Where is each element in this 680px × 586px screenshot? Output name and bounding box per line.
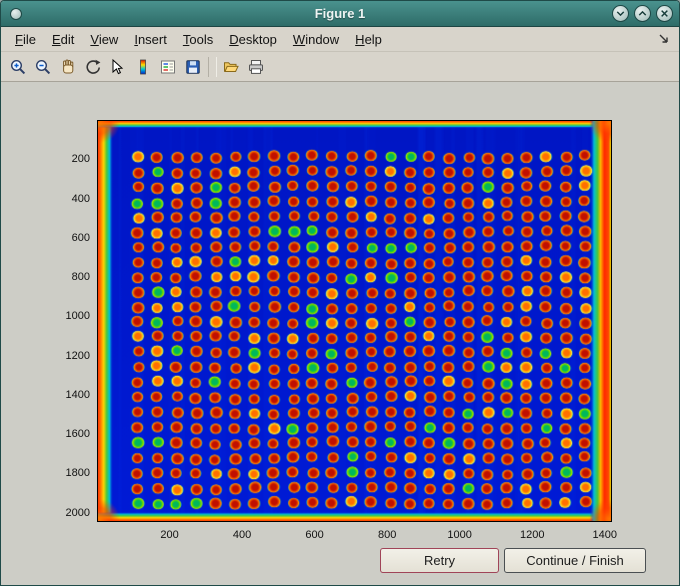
y-tick-label: 1200 xyxy=(65,349,90,362)
pan-hand-icon xyxy=(63,59,74,73)
print-figure-button[interactable] xyxy=(244,55,268,79)
save-figure-button[interactable] xyxy=(181,55,205,79)
dock-figure-icon[interactable] xyxy=(657,32,671,46)
y-tick-label: 1800 xyxy=(65,467,90,480)
data-cursor-button[interactable] xyxy=(106,55,130,79)
menu-insert[interactable]: Insert xyxy=(126,29,175,50)
rotate-3d-button[interactable] xyxy=(81,55,105,79)
open-file-button[interactable] xyxy=(219,55,243,79)
y-tick-label: 800 xyxy=(71,271,90,284)
menu-help[interactable]: Help xyxy=(347,29,390,50)
x-tick-label: 400 xyxy=(232,529,252,541)
close-button[interactable] xyxy=(656,5,673,22)
open-folder-icon xyxy=(224,61,239,72)
menu-window[interactable]: Window xyxy=(285,29,347,50)
maximize-button[interactable] xyxy=(634,5,651,22)
rotate-3d-icon xyxy=(86,59,101,74)
y-tick-label: 1600 xyxy=(65,428,90,441)
y-tick-label: 1000 xyxy=(65,310,90,323)
insert-colorbar-button[interactable] xyxy=(131,55,155,79)
y-tick-label: 1400 xyxy=(65,388,90,401)
chevron-up-icon xyxy=(638,10,647,16)
axes: 200 400 600 800 1000 1200 1400 1600 1800 2000 200… xyxy=(66,120,617,541)
x-tick-label: 600 xyxy=(305,529,324,541)
chevron-down-icon xyxy=(616,11,625,17)
y-tick-label: 2000 xyxy=(65,506,90,519)
figure-canvas-area: 200 400 600 800 1000 1200 1400 1600 1800 2000 200… xyxy=(1,82,679,585)
insert-legend-button[interactable] xyxy=(156,55,180,79)
save-icon xyxy=(186,59,200,74)
x-tick-label: 200 xyxy=(160,529,179,541)
x-tick-label: 1400 xyxy=(592,529,617,541)
zoom-in-button[interactable] xyxy=(6,55,30,79)
pan-button[interactable] xyxy=(56,55,80,79)
menu-view[interactable]: View xyxy=(82,29,126,50)
close-icon xyxy=(661,10,668,17)
microarray-image xyxy=(97,120,612,522)
zoom-in-icon xyxy=(10,59,26,74)
menu-tools[interactable]: Tools xyxy=(175,29,221,50)
colorbar-icon xyxy=(140,59,146,74)
data-cursor-icon xyxy=(112,58,124,74)
legend-icon xyxy=(161,60,175,73)
y-tick-label: 200 xyxy=(71,153,90,166)
x-tick-label: 1200 xyxy=(519,529,545,541)
figure-window: Figure 1 File Edit View Insert Tools Des… xyxy=(0,0,680,586)
y-tick-label: 400 xyxy=(71,192,90,205)
x-tick-label: 1000 xyxy=(447,529,472,541)
shade-button[interactable] xyxy=(612,5,629,22)
menu-desktop[interactable]: Desktop xyxy=(221,29,285,50)
continue-finish-button[interactable]: Continue / Finish xyxy=(504,548,646,573)
retry-button[interactable]: Retry xyxy=(380,548,499,573)
menu-bar: File Edit View Insert Tools Desktop Wind… xyxy=(1,27,679,52)
title-bar[interactable]: Figure 1 xyxy=(1,1,679,27)
printer-icon xyxy=(249,59,263,74)
figure-toolbar xyxy=(1,52,679,82)
menu-edit[interactable]: Edit xyxy=(44,29,82,50)
x-tick-label: 800 xyxy=(377,529,397,541)
menu-file[interactable]: File xyxy=(7,29,44,50)
window-title: Figure 1 xyxy=(314,6,366,21)
zoom-out-icon xyxy=(35,59,51,74)
toolbar-separator xyxy=(208,56,217,77)
y-tick-label: 600 xyxy=(71,231,90,244)
zoom-out-button[interactable] xyxy=(31,55,55,79)
